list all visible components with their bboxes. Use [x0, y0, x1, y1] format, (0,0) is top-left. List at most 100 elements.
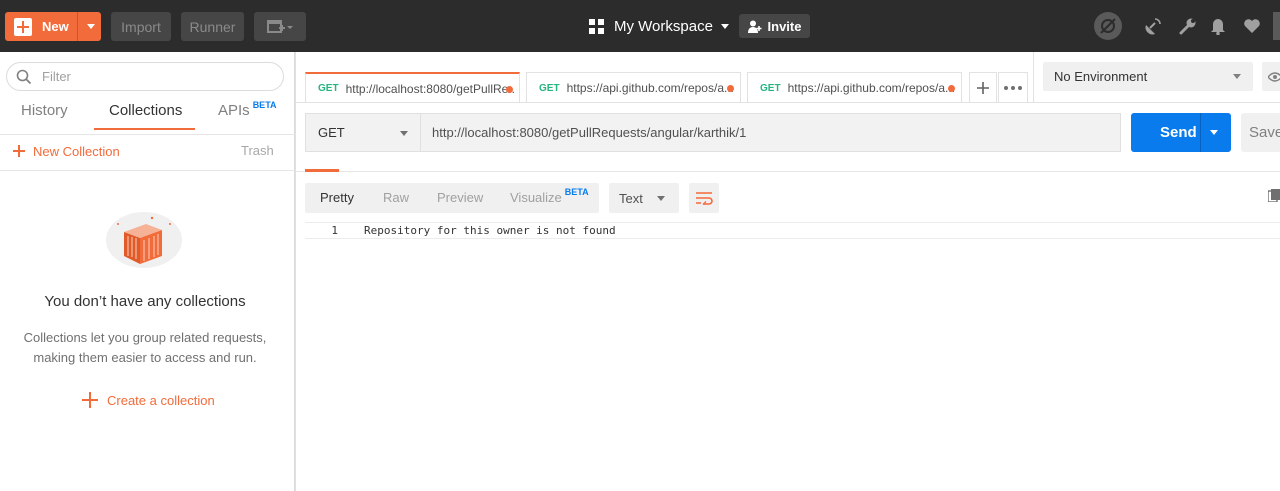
request-tab-3[interactable]: GET https://api.github.com/repos/a... [747, 72, 962, 103]
send-button[interactable]: Send [1131, 113, 1231, 152]
plus-icon [13, 145, 25, 157]
format-raw[interactable]: Raw [383, 190, 409, 205]
request-tab-url: https://api.github.com/repos/a... [566, 81, 734, 95]
new-dropdown-caret-icon[interactable] [87, 24, 95, 29]
more-dot [1011, 85, 1015, 90]
divider [0, 134, 295, 135]
empty-desc-line-1: Collections let you group related reques… [23, 330, 267, 345]
add-user-icon [747, 20, 762, 33]
method-select[interactable]: GET [305, 113, 421, 152]
workspace-label: My Workspace [614, 17, 713, 35]
wrap-lines-icon [696, 192, 713, 205]
filter-placeholder: Filter [42, 69, 71, 84]
code-border-bottom [305, 238, 1280, 239]
tab-collections-label: Collections [109, 102, 183, 119]
method-badge: GET [760, 82, 781, 94]
new-collection-button[interactable]: New Collection [13, 141, 120, 161]
empty-desc-line-2: making them easier to access and run. [33, 350, 257, 365]
divider [0, 170, 295, 171]
request-tab-2[interactable]: GET https://api.github.com/repos/a... [526, 72, 741, 103]
heart-icon[interactable] [1240, 14, 1264, 38]
workspace-grid-icon [589, 18, 604, 34]
line-number: 1 [331, 224, 338, 237]
new-tab-button[interactable] [969, 72, 997, 103]
tab-apis-label: APIs [218, 102, 250, 119]
empty-state-title: You don’t have any collections [44, 293, 246, 310]
request-tab-url: https://api.github.com/repos/a... [787, 81, 955, 95]
beta-badge: BETA [252, 100, 277, 110]
sync-off-icon[interactable] [1094, 12, 1122, 40]
format-pretty[interactable]: Pretty [320, 190, 354, 205]
workspace-switcher[interactable]: My Workspace [589, 16, 729, 36]
tab-collections[interactable]: Collections [109, 102, 182, 128]
response-type-label: Text [619, 190, 643, 206]
request-tab-1[interactable]: GET http://localhost:8080/getPullRe... [305, 72, 520, 103]
method-badge: GET [318, 83, 339, 94]
beta-badge: BETA [564, 187, 589, 197]
plus-icon [82, 392, 98, 408]
active-tab-indicator [94, 128, 195, 130]
bell-icon[interactable] [1206, 14, 1230, 38]
send-divider [1200, 113, 1201, 152]
response-body-line[interactable]: Repository for this owner is not found [364, 224, 616, 237]
copy-icon[interactable] [1267, 188, 1280, 205]
create-collection-label: Create a collection [107, 392, 215, 408]
user-menu-button[interactable] [1273, 12, 1280, 40]
tab-apis[interactable]: APIs BETA [218, 100, 277, 128]
workspace-caret-icon [720, 23, 729, 29]
unsaved-dot-icon [506, 86, 513, 93]
unsaved-dot-icon [948, 85, 955, 92]
unsaved-dot-icon [727, 85, 734, 92]
plus-icon [14, 17, 32, 36]
new-collection-label: New Collection [33, 143, 120, 159]
url-input[interactable]: http://localhost:8080/getPullRequests/an… [421, 113, 1121, 152]
tab-history-label: History [21, 102, 68, 119]
new-button-label: New [42, 19, 69, 34]
format-preview[interactable]: Preview [437, 190, 483, 205]
method-badge: GET [539, 82, 560, 94]
trash-button[interactable]: Trash [241, 143, 274, 158]
tab-options-button[interactable] [998, 72, 1028, 103]
runner-button[interactable]: Runner [181, 12, 244, 41]
send-dropdown-caret-icon[interactable] [1210, 130, 1218, 135]
tab-history[interactable]: History [21, 102, 68, 128]
search-icon [16, 69, 32, 84]
new-window-button[interactable] [254, 12, 306, 41]
plus-icon [977, 81, 989, 94]
satellite-icon[interactable] [1141, 14, 1165, 38]
response-type-caret-icon [657, 196, 665, 201]
save-button[interactable]: Save [1241, 113, 1280, 152]
import-button[interactable]: Import [111, 12, 171, 41]
top-header: New Import Runner My Workspace Invite [0, 0, 1280, 52]
environment-caret-icon [1233, 74, 1241, 79]
request-tab-url: http://localhost:8080/getPullRe... [345, 81, 514, 96]
wrench-icon[interactable] [1176, 14, 1200, 38]
method-caret-icon [400, 131, 408, 136]
new-button[interactable]: New [5, 12, 101, 41]
response-format-group: Pretty Raw Preview Visualize BETA [305, 183, 599, 213]
format-visualize[interactable]: Visualize BETA [510, 187, 589, 205]
wrap-lines-button[interactable] [689, 183, 719, 213]
new-button-divider [77, 12, 78, 41]
collection-box-illustration [104, 210, 184, 275]
environment-label: No Environment [1054, 69, 1148, 84]
empty-state-description: Collections let you group related reques… [20, 328, 270, 368]
send-label: Send [1160, 124, 1197, 141]
section-divider [296, 171, 1280, 172]
invite-button[interactable]: Invite [739, 14, 810, 38]
save-label: Save [1249, 124, 1280, 141]
url-value: http://localhost:8080/getPullRequests/an… [432, 125, 747, 140]
more-dot [1018, 85, 1022, 90]
response-type-select[interactable]: Text [609, 183, 679, 213]
sidebar: Filter History Collections APIs BETA New … [0, 52, 295, 491]
environment-quick-look-button[interactable] [1262, 62, 1280, 91]
sidebar-border [295, 52, 296, 491]
invite-label: Invite [767, 18, 802, 34]
filter-input[interactable]: Filter [6, 62, 284, 91]
format-visualize-label: Visualize [510, 190, 562, 205]
environment-select[interactable]: No Environment [1043, 62, 1253, 91]
eye-icon [1268, 71, 1280, 82]
create-collection-link[interactable]: Create a collection [82, 392, 215, 408]
tabs-divider [296, 102, 1280, 103]
new-window-icon [267, 19, 293, 33]
